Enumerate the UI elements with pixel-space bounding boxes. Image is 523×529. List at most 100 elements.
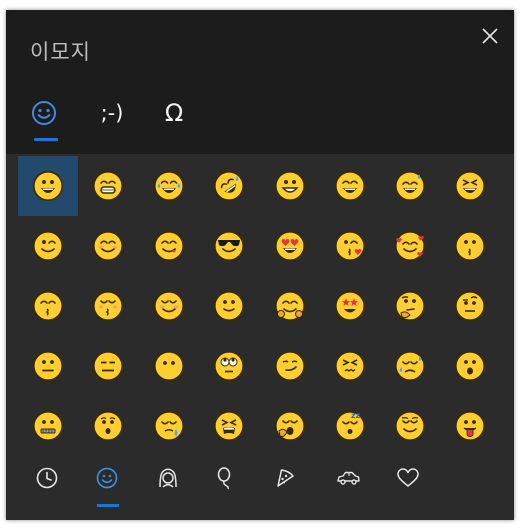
smirk-icon xyxy=(275,351,305,381)
tab-emoji[interactable] xyxy=(20,92,68,146)
emoji-grin-wide[interactable] xyxy=(260,156,320,216)
smiling-hearts-icon xyxy=(395,231,425,261)
emoji-kissing[interactable] xyxy=(440,216,500,276)
emoji-sweat-smile[interactable] xyxy=(380,156,440,216)
emoji-star-struck[interactable] xyxy=(320,276,380,336)
smiley-icon xyxy=(96,467,118,489)
category-celebration[interactable] xyxy=(196,450,254,510)
thinking-icon xyxy=(395,291,425,321)
emoji-rolling-eyes[interactable] xyxy=(199,336,259,396)
sweat-smile-icon xyxy=(395,171,425,201)
category-smileys[interactable] xyxy=(78,450,136,510)
emoji-joy[interactable] xyxy=(139,156,199,216)
emoji-relaxed[interactable] xyxy=(139,276,199,336)
kissing-heart-icon xyxy=(335,231,365,261)
smile-icon xyxy=(335,171,365,201)
tired-icon xyxy=(214,411,244,441)
emoji-beaming[interactable] xyxy=(78,156,138,216)
yawning-icon xyxy=(275,411,305,441)
neutral-icon xyxy=(33,351,63,381)
emoji-thinking[interactable] xyxy=(380,276,440,336)
emoji-laughing[interactable] xyxy=(440,156,500,216)
emoji-hugging[interactable] xyxy=(260,276,320,336)
relieved-icon xyxy=(395,411,425,441)
car-icon xyxy=(337,471,360,485)
emoji-zipper-mouth[interactable] xyxy=(18,396,78,456)
open-mouth-icon xyxy=(455,351,485,381)
emoji-heart-eyes[interactable] xyxy=(260,216,320,276)
no-mouth-icon xyxy=(154,351,184,381)
emoji-raised-eyebrow[interactable] xyxy=(440,276,500,336)
rofl-icon xyxy=(214,171,244,201)
pizza-icon xyxy=(277,469,294,487)
zipper-mouth-icon xyxy=(33,411,63,441)
yum-icon xyxy=(154,231,184,261)
kaomoji-tab-label: ;-) xyxy=(100,101,124,125)
emoji-relieved[interactable] xyxy=(380,396,440,456)
grin-wide-icon xyxy=(275,171,305,201)
panel-title: 이모지 xyxy=(30,40,91,64)
clock-icon xyxy=(36,467,58,489)
emoji-blush-smile[interactable] xyxy=(78,216,138,276)
emoji-disappointed-relieved[interactable] xyxy=(380,336,440,396)
category-active-indicator xyxy=(97,504,119,507)
balloon-icon xyxy=(217,467,231,490)
sleepy-icon xyxy=(154,411,184,441)
kissing-smiling-eyes-icon xyxy=(33,291,63,321)
emoji-kissing-closed-eyes[interactable] xyxy=(78,276,138,336)
emoji-grid: zz xyxy=(6,154,514,450)
emoji-yum[interactable] xyxy=(139,216,199,276)
emoji-hushed[interactable] xyxy=(78,396,138,456)
sleeping-icon: zz xyxy=(335,411,365,441)
wink-icon xyxy=(33,231,63,261)
tab-symbols[interactable]: Ω xyxy=(150,92,198,146)
category-travel[interactable] xyxy=(319,450,377,510)
close-button[interactable] xyxy=(476,22,504,50)
expressionless-icon xyxy=(93,351,123,381)
beaming-icon xyxy=(93,171,123,201)
emoji-yawning[interactable] xyxy=(260,396,320,456)
emoji-panel: 이모지 ;-) Ω zz xyxy=(6,10,514,520)
emoji-wink[interactable] xyxy=(18,216,78,276)
omega-tab-label: Ω xyxy=(164,99,184,127)
category-recent[interactable] xyxy=(18,450,76,510)
emoji-tongue-out[interactable] xyxy=(440,396,500,456)
emoji-persevering[interactable] xyxy=(320,336,380,396)
emoji-smiling-hearts[interactable] xyxy=(380,216,440,276)
kissing-icon xyxy=(455,231,485,261)
category-food[interactable] xyxy=(256,450,314,510)
emoji-sleeping[interactable]: zz xyxy=(320,396,380,456)
emoji-no-mouth[interactable] xyxy=(139,336,199,396)
laughing-icon xyxy=(455,171,485,201)
person-icon xyxy=(159,468,177,488)
category-bar xyxy=(6,450,514,520)
emoji-kissing-smiling-eyes[interactable] xyxy=(18,276,78,336)
kissing-closed-eyes-icon xyxy=(93,291,123,321)
relaxed-icon xyxy=(154,291,184,321)
emoji-neutral[interactable] xyxy=(18,336,78,396)
panel-header: 이모지 ;-) Ω xyxy=(6,10,514,154)
emoji-rofl[interactable] xyxy=(199,156,259,216)
emoji-tired[interactable] xyxy=(199,396,259,456)
grinning-icon xyxy=(33,171,63,201)
emoji-grinning[interactable] xyxy=(18,156,78,216)
tab-active-indicator xyxy=(34,138,58,141)
emoji-open-mouth[interactable] xyxy=(440,336,500,396)
heart-icon xyxy=(397,468,419,487)
emoji-kissing-heart[interactable] xyxy=(320,216,380,276)
category-people[interactable] xyxy=(139,450,197,510)
close-icon xyxy=(482,28,498,44)
hushed-icon xyxy=(93,411,123,441)
emoji-smile[interactable] xyxy=(320,156,380,216)
category-symbols[interactable] xyxy=(379,450,437,510)
emoji-smirk[interactable] xyxy=(260,336,320,396)
rolling-eyes-icon xyxy=(214,351,244,381)
emoji-sunglasses[interactable] xyxy=(199,216,259,276)
tab-kaomoji[interactable]: ;-) xyxy=(88,92,136,146)
emoji-slight-smile[interactable] xyxy=(199,276,259,336)
blush-smile-icon xyxy=(93,231,123,261)
heart-eyes-icon xyxy=(275,231,305,261)
slight-smile-icon xyxy=(214,291,244,321)
emoji-expressionless[interactable] xyxy=(78,336,138,396)
emoji-sleepy[interactable] xyxy=(139,396,199,456)
